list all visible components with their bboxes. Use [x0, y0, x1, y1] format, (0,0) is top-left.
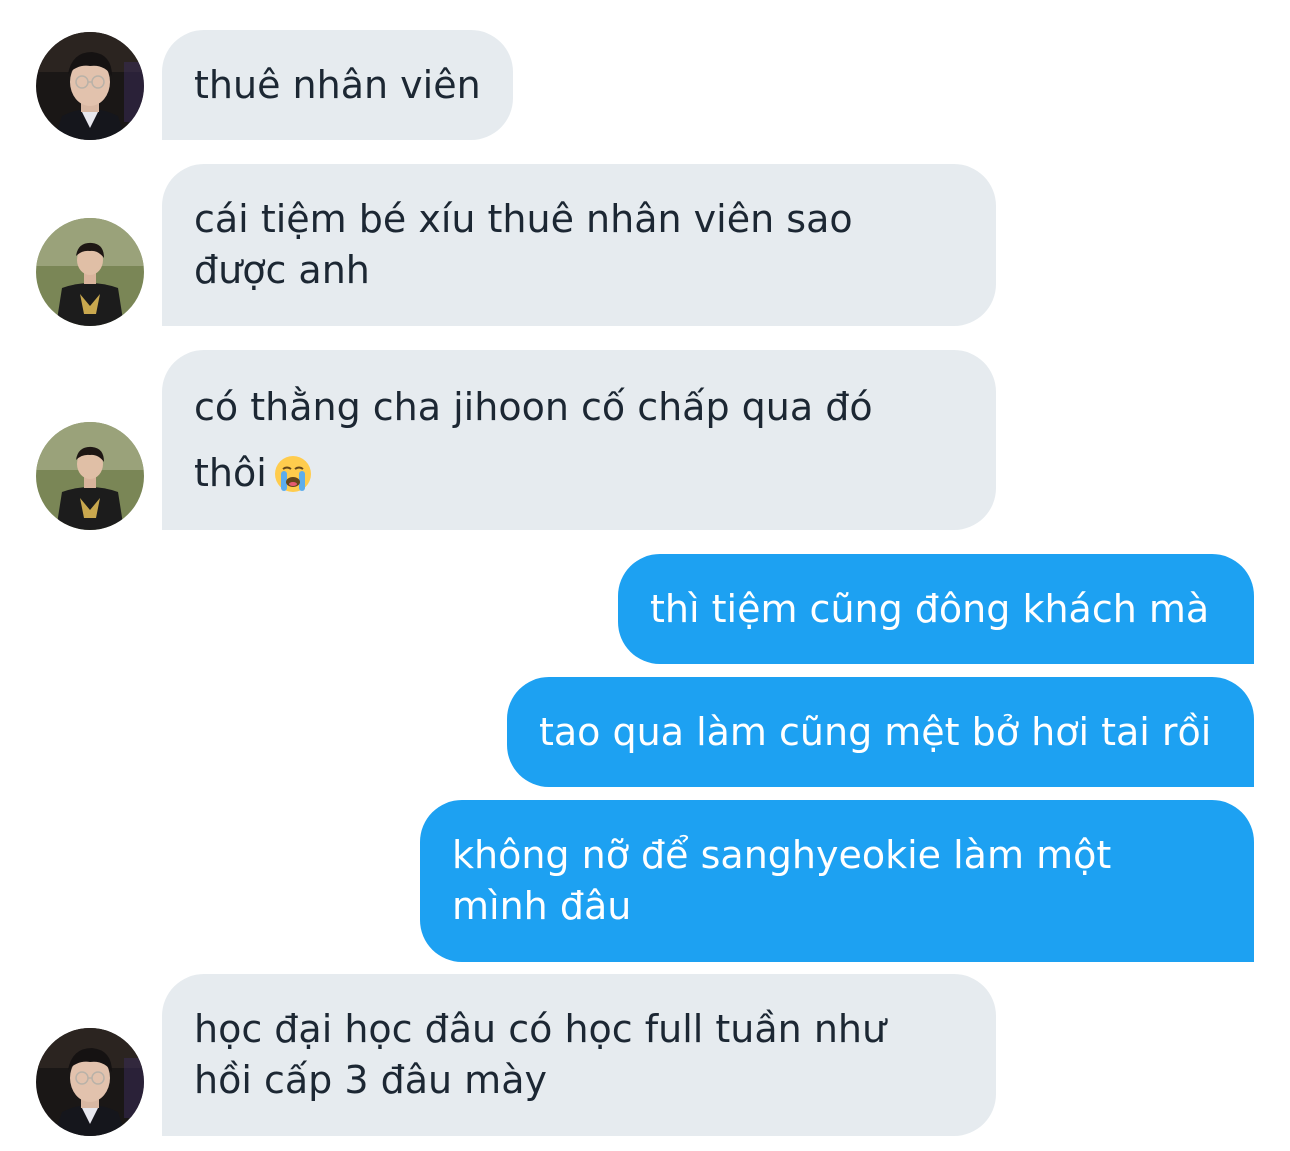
message-bubble-outgoing[interactable]: tao qua làm cũng mệt bở hơi tai rồi — [507, 677, 1254, 787]
message-text: có thằng cha jihoon cố chấp qua đó thôi — [194, 385, 873, 495]
message-bubble-incoming[interactable]: cái tiệm bé xíu thuê nhân viên sao được … — [162, 164, 996, 326]
message-bubble-outgoing[interactable]: thì tiệm cũng đông khách mà — [618, 554, 1254, 664]
message-text: thuê nhân viên — [194, 62, 481, 107]
loudly-crying-face-emoji — [273, 448, 313, 492]
avatar-glasses[interactable] — [36, 1028, 144, 1136]
avatar-glasses[interactable] — [36, 32, 144, 140]
message-bubble-outgoing[interactable]: không nỡ để sanghyeokie làm một mình đâu — [420, 800, 1254, 962]
message-text: thì tiệm cũng đông khách mà — [650, 586, 1210, 631]
message-text: tao qua làm cũng mệt bở hơi tai rồi — [539, 709, 1212, 754]
message-bubble-incoming[interactable]: học đại học đâu có học full tuần như hồi… — [162, 974, 996, 1136]
message-text: học đại học đâu có học full tuần như hồi… — [194, 1007, 887, 1102]
message-bubble-incoming[interactable]: có thằng cha jihoon cố chấp qua đó thôi — [162, 350, 996, 530]
message-thread: thuê nhân viên cái tiệm bé xíu thuê nhân… — [0, 0, 1290, 1151]
avatar-jersey[interactable] — [36, 218, 144, 326]
avatar-jersey[interactable] — [36, 422, 144, 530]
message-text: cái tiệm bé xíu thuê nhân viên sao được … — [194, 197, 853, 292]
message-text: không nỡ để sanghyeokie làm một mình đâu — [452, 833, 1112, 928]
message-bubble-incoming[interactable]: thuê nhân viên — [162, 30, 513, 140]
